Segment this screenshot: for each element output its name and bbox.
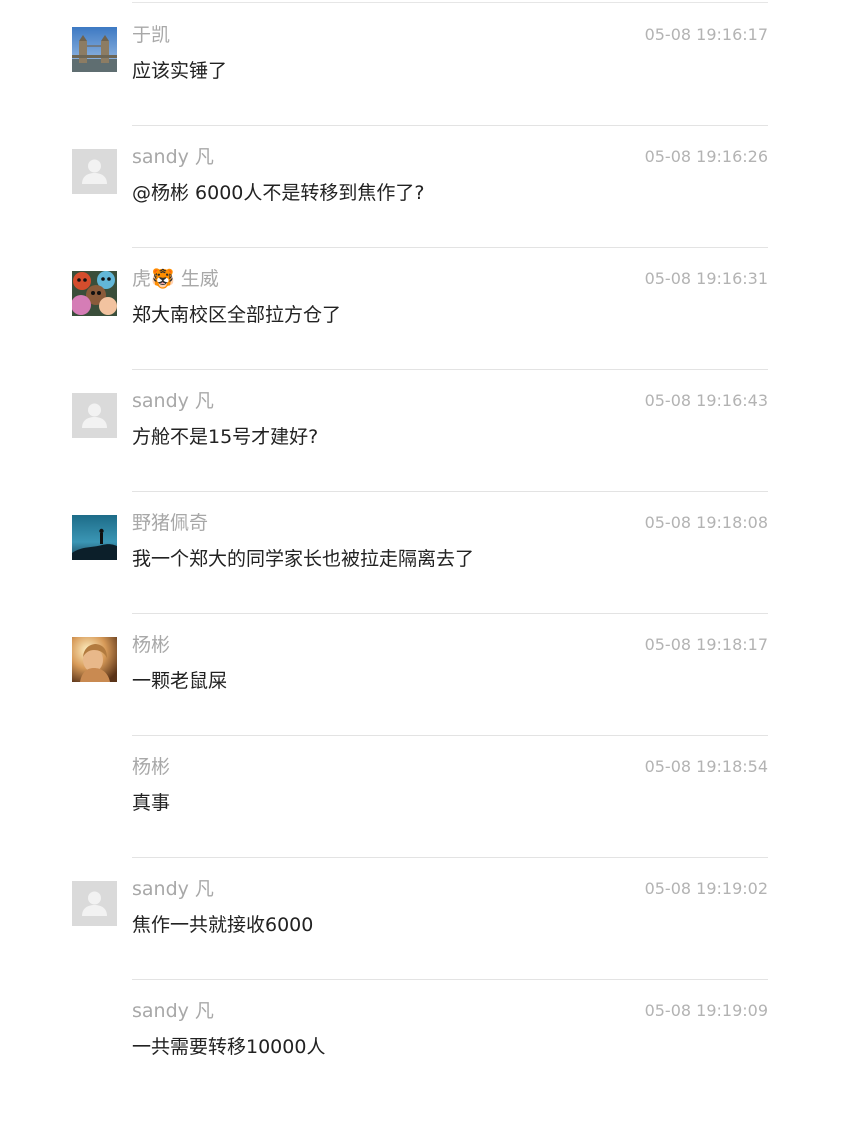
- message-timestamp: 05-08 19:18:17: [644, 635, 768, 654]
- silhouette-landscape-avatar[interactable]: [72, 515, 117, 560]
- message-timestamp: 05-08 19:18:54: [644, 757, 768, 776]
- message-divider: [132, 247, 768, 248]
- message-text: 方舱不是15号才建好?: [132, 426, 319, 448]
- sender-name[interactable]: sandy 凡: [132, 145, 214, 169]
- message-timestamp: 05-08 19:16:31: [644, 269, 768, 288]
- message-text: 郑大南校区全部拉方仓了: [132, 304, 342, 326]
- portrait-avatar[interactable]: [72, 637, 117, 682]
- sender-name[interactable]: 野猪佩奇: [132, 511, 208, 535]
- message-divider: [132, 491, 768, 492]
- sender-name[interactable]: 虎🐯 生威: [132, 267, 219, 291]
- chat-message: sandy 凡 05-08 19:19:09 一共需要转移10000人: [0, 1000, 849, 1125]
- message-text: 真事: [132, 792, 171, 814]
- message-timestamp: 05-08 19:16:43: [644, 391, 768, 410]
- message-text: 一颗老鼠屎: [132, 670, 228, 692]
- chat-message: 杨彬 05-08 19:18:54 真事: [0, 756, 849, 881]
- chat-message: 于凯 05-08 19:16:17 应该实锤了: [0, 24, 849, 149]
- message-divider: [132, 735, 768, 736]
- message-timestamp: 05-08 19:19:09: [644, 1001, 768, 1020]
- message-timestamp: 05-08 19:18:08: [644, 513, 768, 532]
- message-divider: [132, 979, 768, 980]
- chat-message: sandy 凡 05-08 19:16:26 @杨彬 6000人不是转移到焦作了…: [0, 146, 849, 271]
- chat-message: 杨彬 05-08 19:18:17 一颗老鼠屎: [0, 634, 849, 759]
- chat-message: 虎🐯 生威 05-08 19:16:31 郑大南校区全部拉方仓了: [0, 268, 849, 393]
- message-divider: [132, 857, 768, 858]
- chat-message: sandy 凡 05-08 19:16:43 方舱不是15号才建好?: [0, 390, 849, 515]
- message-divider: [132, 369, 768, 370]
- chat-message: sandy 凡 05-08 19:19:02 焦作一共就接收6000: [0, 878, 849, 1003]
- default-user-avatar-icon[interactable]: [72, 393, 117, 438]
- default-user-avatar-icon[interactable]: [72, 881, 117, 926]
- message-timestamp: 05-08 19:16:17: [644, 25, 768, 44]
- message-text: 我一个郑大的同学家长也被拉走隔离去了: [132, 548, 475, 570]
- cartoon-animals-avatar[interactable]: [72, 271, 117, 316]
- message-text: 一共需要转移10000人: [132, 1036, 326, 1058]
- sender-name[interactable]: 杨彬: [132, 755, 170, 779]
- message-divider: [132, 125, 768, 126]
- default-user-avatar-icon[interactable]: [72, 149, 117, 194]
- sender-name[interactable]: sandy 凡: [132, 389, 214, 413]
- sender-name[interactable]: sandy 凡: [132, 877, 214, 901]
- message-text: @杨彬 6000人不是转移到焦作了?: [132, 182, 425, 204]
- message-text: 焦作一共就接收6000: [132, 914, 314, 936]
- chat-message: 野猪佩奇 05-08 19:18:08 我一个郑大的同学家长也被拉走隔离去了: [0, 512, 849, 637]
- sender-name[interactable]: 杨彬: [132, 633, 170, 657]
- message-timestamp: 05-08 19:19:02: [644, 879, 768, 898]
- message-divider: [132, 613, 768, 614]
- top-divider: [132, 2, 768, 3]
- message-text: 应该实锤了: [132, 60, 228, 82]
- sender-name[interactable]: sandy 凡: [132, 999, 214, 1023]
- sender-name[interactable]: 于凯: [132, 23, 170, 47]
- message-timestamp: 05-08 19:16:26: [644, 147, 768, 166]
- tower-bridge-avatar[interactable]: [72, 27, 117, 72]
